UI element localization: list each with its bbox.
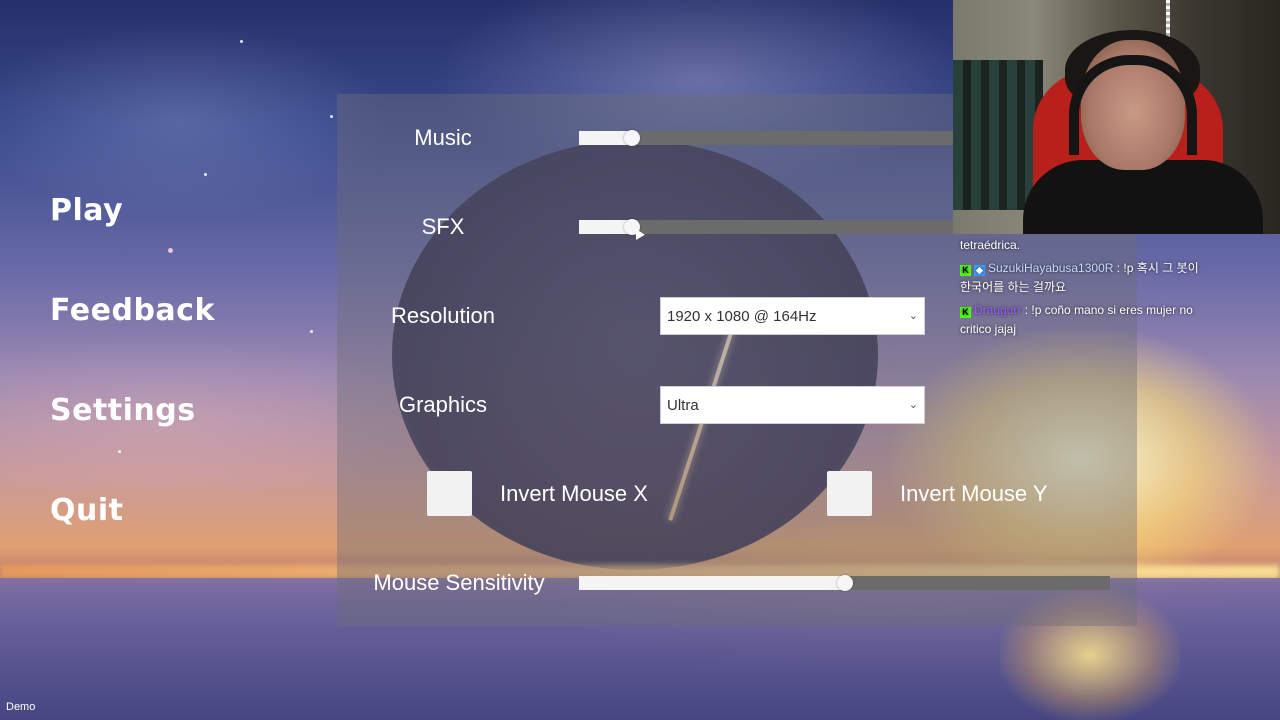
- mouse-sensitivity-slider[interactable]: [579, 575, 1110, 591]
- chat-overlay: tetraédrica. K ◆ SuzukiHayabusa1300R : !p …: [960, 236, 1200, 343]
- star: [204, 173, 207, 176]
- mouse-sensitivity-label: Mouse Sensitivity: [373, 570, 545, 595]
- graphics-dropdown[interactable]: Ultra ⌄: [660, 386, 925, 424]
- kick-badge-icon: K: [960, 307, 971, 318]
- chat-username: Draugurr: [974, 303, 1022, 317]
- build-label: Demo: [6, 701, 36, 713]
- invert-mouse-x-checkbox[interactable]: [427, 471, 472, 516]
- menu-quit-button[interactable]: Quit: [50, 493, 123, 528]
- menu-settings-button[interactable]: Settings: [50, 393, 196, 428]
- menu-play-button[interactable]: Play: [50, 193, 123, 228]
- sfx-label: SFX: [421, 214, 465, 239]
- bed: [953, 60, 1043, 210]
- streamer-body: [1023, 160, 1263, 234]
- invert-mouse-y-label: Invert Mouse Y: [900, 481, 1048, 506]
- music-slider-knob[interactable]: [624, 130, 640, 146]
- user-badge-icon: ◆: [974, 265, 985, 276]
- webcam-overlay: [953, 0, 1280, 234]
- mouse-sensitivity-slider-fill: [579, 576, 845, 590]
- invert-mouse-x-label: Invert Mouse X: [500, 481, 648, 506]
- chat-username: SuzukiHayabusa1300R: [988, 261, 1114, 275]
- music-label: Music: [414, 125, 472, 150]
- chat-message: K Draugurr : !p coño mano si eres mujer n…: [960, 301, 1200, 339]
- resolution-value: 1920 x 1080 @ 164Hz: [667, 308, 817, 325]
- invert-mouse-y-checkbox[interactable]: [827, 471, 872, 516]
- resolution-label: Resolution: [391, 303, 495, 328]
- menu-feedback-button[interactable]: Feedback: [50, 293, 215, 328]
- chat-message-text: tetraédrica.: [960, 238, 1021, 252]
- star: [118, 450, 121, 453]
- graphics-value: Ultra: [667, 397, 699, 414]
- star: [310, 330, 313, 333]
- mouse-sensitivity-slider-knob[interactable]: [837, 575, 853, 591]
- chat-message: K ◆ SuzukiHayabusa1300R : !p 혹시 그 봇이 한국어를 …: [960, 259, 1200, 297]
- star: [168, 248, 173, 253]
- graphics-label: Graphics: [398, 392, 488, 417]
- resolution-dropdown[interactable]: 1920 x 1080 @ 164Hz ⌄: [660, 297, 925, 335]
- chevron-down-icon: ⌄: [908, 399, 918, 411]
- chevron-down-icon: ⌄: [908, 310, 918, 322]
- star: [330, 115, 333, 118]
- star: [240, 40, 243, 43]
- chat-message: tetraédrica.: [960, 236, 1200, 255]
- kick-badge-icon: K: [960, 265, 971, 276]
